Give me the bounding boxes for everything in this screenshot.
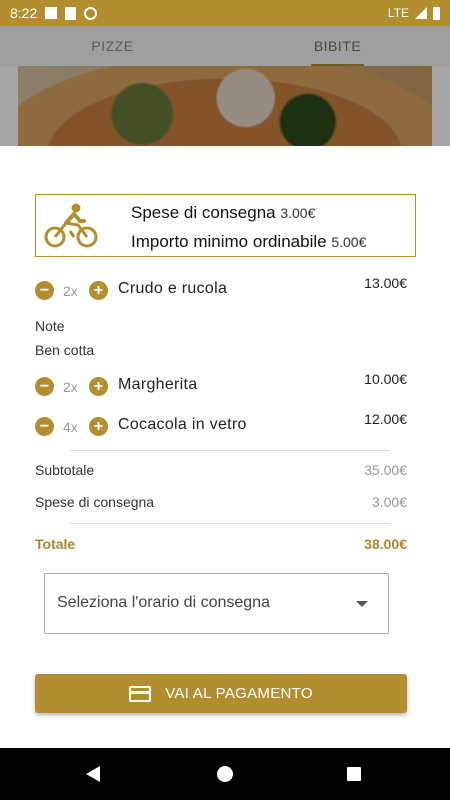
system-nav-bar (0, 748, 450, 800)
min-order-line: Importo minimo ordinabile 5.00€ (131, 232, 366, 252)
signal-icon (415, 7, 427, 19)
divider (70, 450, 390, 451)
status-bar: 8:22 LTE (0, 0, 450, 26)
modal-backdrop[interactable] (0, 26, 450, 146)
delivery-fee-summary-label: Spese di consegna (35, 494, 155, 510)
checkout-button-label: VAI AL PAGAMENTO (165, 685, 313, 702)
sd-card-icon (65, 6, 77, 20)
delivery-info-box: Spese di consegna 3.00€ Importo minimo o… (35, 194, 416, 257)
checkout-button[interactable]: VAI AL PAGAMENTO (35, 674, 407, 713)
item-price: 12.00€ (364, 411, 407, 427)
subtotal-value: 35.00€ (364, 462, 407, 478)
battery-icon (433, 6, 440, 20)
status-time: 8:22 (10, 5, 38, 21)
delivery-time-select[interactable]: Seleziona l'orario di consegna (44, 573, 389, 634)
delivery-fee-label: Spese di consegna (131, 203, 276, 222)
total-value: 38.00€ (364, 536, 407, 552)
minus-icon[interactable]: − (35, 281, 54, 300)
dropdown-arrow-icon (356, 601, 368, 607)
min-order-value: 5.00€ (331, 234, 367, 250)
notes-label: Note (35, 318, 65, 334)
plus-icon[interactable]: + (89, 417, 108, 436)
network-type: LTE (387, 6, 409, 20)
min-order-label: Importo minimo ordinabile (131, 232, 327, 251)
cart-item: − 2x + Margherita 10.00€ (35, 371, 407, 398)
item-price: 10.00€ (364, 371, 407, 387)
cart-item: − 4x + Cocacola in vetro 12.00€ (35, 411, 407, 438)
delivery-time-placeholder: Seleziona l'orario di consegna (57, 594, 270, 611)
delivery-fee-summary-value: 3.00€ (371, 494, 407, 510)
minus-icon[interactable]: − (35, 417, 54, 436)
item-quantity: 4x (63, 419, 78, 435)
item-quantity: 2x (63, 379, 78, 395)
credit-card-icon (129, 685, 152, 702)
item-name: Margherita (118, 376, 198, 393)
cart-item: − 2x + Crudo e rucola 13.00€ (35, 275, 407, 302)
minus-icon[interactable]: − (35, 377, 54, 396)
notes-text: Ben cotta (35, 342, 95, 358)
home-icon[interactable] (217, 766, 233, 782)
item-name: Crudo e rucola (118, 280, 228, 297)
delivery-fee-value: 3.00€ (280, 205, 316, 221)
delivery-fee-line: Spese di consegna 3.00€ (131, 203, 315, 223)
item-name: Cocacola in vetro (118, 416, 247, 433)
notification-icon (45, 7, 58, 19)
total-label: Totale (35, 536, 76, 552)
item-price: 13.00€ (364, 275, 407, 291)
divider (70, 523, 390, 524)
recent-apps-icon[interactable] (347, 767, 361, 781)
subtotal-label: Subtotale (35, 462, 95, 478)
plus-icon[interactable]: + (89, 281, 108, 300)
cart-sheet: Spese di consegna 3.00€ Importo minimo o… (0, 146, 450, 748)
sync-icon (84, 6, 98, 20)
bicycle-icon (44, 203, 98, 248)
back-icon[interactable] (86, 766, 100, 782)
item-quantity: 2x (63, 283, 78, 299)
plus-icon[interactable]: + (89, 377, 108, 396)
